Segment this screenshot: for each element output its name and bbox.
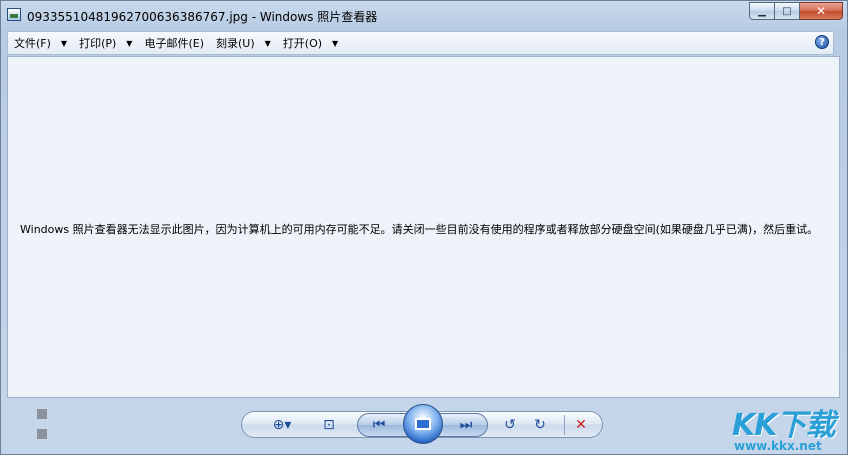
- menu-print[interactable]: 打印(P) ▼: [73, 33, 138, 53]
- rotate-counterclockwise-button[interactable]: ↺: [498, 414, 522, 436]
- photo-viewer-window: 093355104819627006363867​67.jpg - Window…: [0, 0, 848, 455]
- menu-print-label: 打印(P): [79, 37, 117, 50]
- watermark-logo: KK下载: [732, 408, 835, 443]
- zoom-icon: ⊕▾: [272, 417, 292, 433]
- window-title: 093355104819627006363867​67.jpg - Window…: [27, 10, 378, 24]
- window-controls: ▁ □ ✕: [749, 2, 843, 20]
- zoom-button[interactable]: ⊕▾: [266, 414, 298, 436]
- previous-button[interactable]: ⏮: [365, 414, 393, 436]
- rotate-clockwise-icon: ↻: [534, 417, 546, 433]
- title-bar[interactable]: 093355104819627006363867​67.jpg - Window…: [1, 1, 847, 29]
- actual-size-icon: ⊡: [323, 417, 335, 433]
- actual-size-button[interactable]: ⊡: [316, 414, 342, 436]
- close-window-button[interactable]: ✕: [800, 2, 843, 20]
- error-message: Windows 照片查看器无法显示此图片，因为计算机上的可用内存可能不足。请关闭…: [20, 223, 819, 236]
- file-icon: [37, 429, 47, 439]
- menu-burn[interactable]: 刻录(U) ▼: [210, 33, 277, 53]
- menu-file-label: 文件(F): [14, 37, 51, 50]
- next-icon: ⏭: [459, 417, 473, 433]
- maximize-button[interactable]: □: [775, 2, 800, 20]
- menu-burn-label: 刻录(U): [216, 37, 255, 50]
- minimize-button[interactable]: ▁: [749, 2, 775, 20]
- watermark-url: www.kkx.net: [734, 439, 822, 453]
- menu-open[interactable]: 打开(O) ▼: [277, 33, 344, 53]
- toolbar-divider: [564, 415, 565, 435]
- chevron-down-icon: ▼: [264, 38, 271, 48]
- menu-bar: 文件(F) ▼ 打印(P) ▼ 电子邮件(E) 刻录(U) ▼ 打开(O) ▼ …: [7, 31, 834, 55]
- site-watermark: KK下载 www.kkx.net: [732, 400, 848, 454]
- rotate-clockwise-button[interactable]: ↻: [528, 414, 552, 436]
- delete-icon: ✕: [575, 417, 587, 433]
- background-file-item: [37, 429, 51, 440]
- slideshow-button[interactable]: [403, 404, 443, 444]
- menu-email[interactable]: 电子邮件(E): [138, 33, 210, 53]
- chevron-down-icon: ▼: [60, 38, 68, 48]
- chevron-down-icon: ▼: [126, 38, 133, 48]
- bottom-toolbar: ⊕▾ ⊡ ⏮ ⏭ ↺ ↻ ✕: [1, 399, 847, 455]
- slideshow-icon: [415, 418, 431, 430]
- menu-file[interactable]: 文件(F) ▼: [8, 33, 73, 53]
- help-icon[interactable]: ?: [815, 35, 829, 49]
- background-file-item: [37, 409, 51, 420]
- rotate-counterclockwise-icon: ↺: [504, 417, 516, 433]
- photo-viewer-app-icon[interactable]: [7, 8, 21, 21]
- previous-icon: ⏮: [372, 417, 386, 433]
- file-icon: [37, 409, 47, 419]
- menu-open-label: 打开(O): [282, 37, 323, 50]
- menu-email-label: 电子邮件(E): [144, 37, 204, 50]
- chevron-down-icon: ▼: [332, 38, 339, 48]
- delete-button[interactable]: ✕: [569, 414, 593, 436]
- image-viewer-area: Windows 照片查看器无法显示此图片，因为计算机上的可用内存可能不足。请关闭…: [7, 56, 840, 398]
- next-button[interactable]: ⏭: [452, 414, 480, 436]
